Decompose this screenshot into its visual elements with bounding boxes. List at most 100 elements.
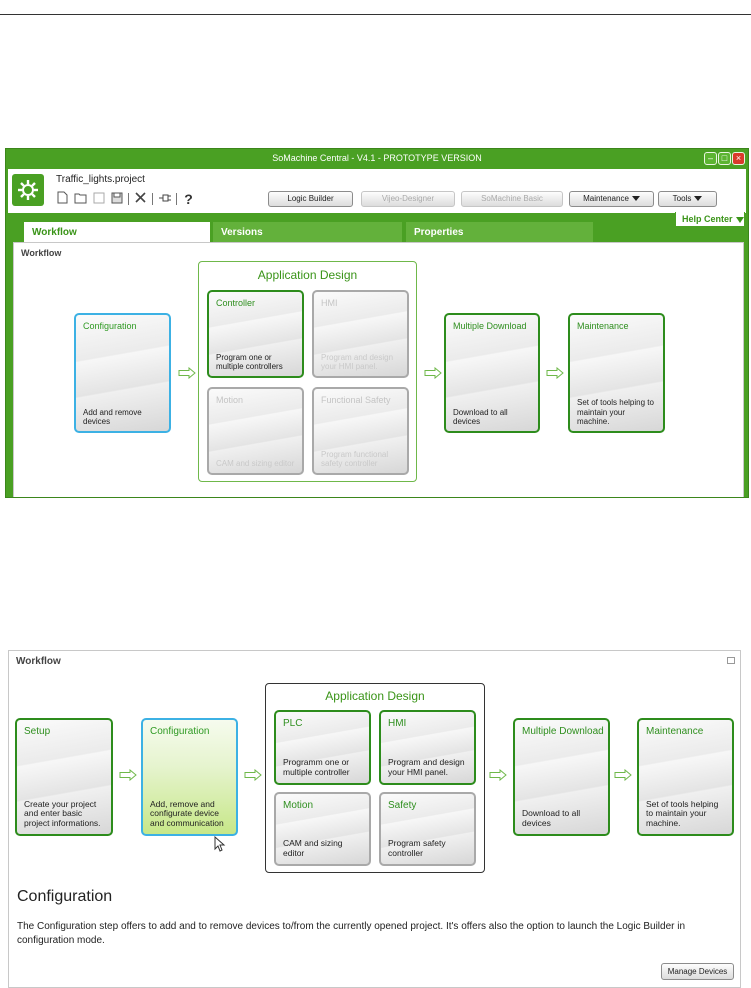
card-title: Multiple Download xyxy=(522,726,604,737)
quick-tools: ? xyxy=(56,191,195,207)
tab-workflow[interactable]: Workflow xyxy=(24,222,210,243)
card-description: Add, remove and configurate device and c… xyxy=(150,798,224,829)
window-title: SoMachine Central - V4.1 - PROTOTYPE VER… xyxy=(272,153,482,163)
card-description: Program and design your HMI panel. xyxy=(321,352,394,371)
maintenance-card[interactable]: Maintenance Set of tools helping to main… xyxy=(568,313,665,433)
card-description: Program and design your HMI panel. xyxy=(388,757,465,778)
close-icon[interactable]: × xyxy=(732,152,745,165)
card-description: CAM and sizing editor xyxy=(216,458,295,468)
toolbar-separator xyxy=(128,193,129,205)
mouse-cursor-icon xyxy=(214,836,226,852)
group-title: Application Design xyxy=(325,689,425,703)
application-window: SoMachine Central - V4.1 - PROTOTYPE VER… xyxy=(5,148,749,498)
card-title: Controller xyxy=(216,298,256,308)
hmi-card[interactable]: HMI Program and design your HMI panel. xyxy=(379,710,476,785)
workflow-panel-expanded: Workflow Setup Create your project and e… xyxy=(8,650,741,988)
card-description: Download to all devices xyxy=(522,808,581,829)
tools-menu-label: Tools xyxy=(672,194,692,203)
card-title: Setup xyxy=(24,726,51,737)
card-description: Add and remove devices xyxy=(83,407,142,426)
arrow-right-icon xyxy=(614,769,632,781)
arrow-right-icon xyxy=(244,769,262,781)
card-description: Set of tools helping to maintain your ma… xyxy=(646,798,719,829)
card-description: Program functional safety controller xyxy=(321,449,389,468)
card-description: CAM and sizing editor xyxy=(283,838,343,859)
configuration-card[interactable]: Configuration Add and remove devices xyxy=(74,313,171,433)
help-center-button[interactable]: Help Center xyxy=(675,212,745,227)
card-description: Set of tools helping to maintain your ma… xyxy=(577,398,654,426)
application-design-group: Application Design PLC Programm one or m… xyxy=(265,683,485,873)
top-rule xyxy=(0,14,751,15)
plug-icon[interactable] xyxy=(158,192,171,207)
card-title: Multiple Download xyxy=(453,321,527,331)
application-design-group: Application Design Controller Program on… xyxy=(198,261,417,482)
manage-devices-button[interactable]: Manage Devices xyxy=(661,963,734,980)
card-title: Maintenance xyxy=(646,726,704,737)
card-description: Program one or multiple controllers xyxy=(216,352,283,371)
chevron-down-icon xyxy=(735,216,744,223)
card-description: Programm one or multiple controller xyxy=(283,757,350,778)
restore-icon[interactable] xyxy=(727,657,735,664)
configuration-card[interactable]: Configuration Add, remove and configurat… xyxy=(141,718,238,836)
card-title: PLC xyxy=(283,718,303,729)
section-description: The Configuration step offers to add and… xyxy=(17,921,686,946)
hmi-card[interactable]: HMI Program and design your HMI panel. xyxy=(312,290,409,378)
toolbar-separator xyxy=(152,193,153,205)
maintenance-menu-label: Maintenance xyxy=(583,194,629,203)
help-center-label: Help Center xyxy=(682,214,733,224)
tools-icon[interactable] xyxy=(134,191,147,207)
app-logo-icon xyxy=(12,174,44,206)
card-title: Functional Safety xyxy=(321,395,391,405)
panel-title: Workflow xyxy=(16,656,61,667)
card-title: Motion xyxy=(216,395,244,405)
card-description: Program safety controller xyxy=(388,838,446,859)
title-bar: SoMachine Central - V4.1 - PROTOTYPE VER… xyxy=(6,149,748,169)
card-title: Configuration xyxy=(83,321,137,331)
section-heading: Configuration xyxy=(17,888,113,905)
window-controls: – □ × xyxy=(704,152,745,165)
card-title: Configuration xyxy=(150,726,210,737)
help-icon[interactable]: ? xyxy=(182,192,195,206)
motion-card[interactable]: Motion CAM and sizing editor xyxy=(274,792,371,866)
save-icon[interactable] xyxy=(92,192,105,207)
functional-safety-card[interactable]: Functional Safety Program functional saf… xyxy=(312,387,409,475)
controller-card[interactable]: Controller Program one or multiple contr… xyxy=(207,290,304,378)
maintenance-menu-button[interactable]: Maintenance xyxy=(569,191,654,207)
tools-menu-button[interactable]: Tools xyxy=(658,191,717,207)
card-title: HMI xyxy=(388,718,407,729)
maximize-icon[interactable]: □ xyxy=(718,152,731,165)
card-description: Create your project and enter basic proj… xyxy=(24,798,101,829)
arrow-right-icon xyxy=(489,769,507,781)
multiple-download-card[interactable]: Multiple Download Download to all device… xyxy=(444,313,540,433)
setup-card[interactable]: Setup Create your project and enter basi… xyxy=(15,718,113,836)
open-folder-icon[interactable] xyxy=(74,192,87,207)
vijeo-designer-button[interactable]: Vijeo-Designer xyxy=(361,191,455,207)
motion-card[interactable]: Motion CAM and sizing editor xyxy=(207,387,304,475)
arrow-right-icon xyxy=(178,367,196,379)
workflow-panel: Workflow Configuration Add and remove de… xyxy=(13,242,744,497)
somachine-basic-button[interactable]: SoMachine Basic xyxy=(461,191,563,207)
multiple-download-card[interactable]: Multiple Download Download to all device… xyxy=(513,718,610,836)
arrow-right-icon xyxy=(424,367,442,379)
safety-card[interactable]: Safety Program safety controller xyxy=(379,792,476,866)
save-all-icon[interactable] xyxy=(110,192,123,207)
minimize-icon[interactable]: – xyxy=(704,152,717,165)
tab-properties[interactable]: Properties xyxy=(406,222,593,242)
card-title: Motion xyxy=(283,800,314,811)
card-title: Safety xyxy=(388,800,417,811)
arrow-right-icon xyxy=(546,367,564,379)
card-description: Download to all devices xyxy=(453,407,508,426)
plc-card[interactable]: PLC Programm one or multiple controller xyxy=(274,710,371,785)
card-title: Maintenance xyxy=(577,321,629,331)
project-name: Traffic_lights.project xyxy=(56,174,145,185)
panel-title: Workflow xyxy=(21,248,62,258)
arrow-right-icon xyxy=(119,769,137,781)
toolbar: Traffic_lights.project ? Logic Builder V… xyxy=(8,169,746,213)
toolbar-separator xyxy=(176,193,177,205)
chevron-down-icon xyxy=(631,196,640,202)
logic-builder-button[interactable]: Logic Builder xyxy=(268,191,353,207)
new-file-icon[interactable] xyxy=(56,191,69,207)
chevron-down-icon xyxy=(694,196,703,202)
tab-versions[interactable]: Versions xyxy=(213,222,402,242)
maintenance-card[interactable]: Maintenance Set of tools helping to main… xyxy=(637,718,734,836)
